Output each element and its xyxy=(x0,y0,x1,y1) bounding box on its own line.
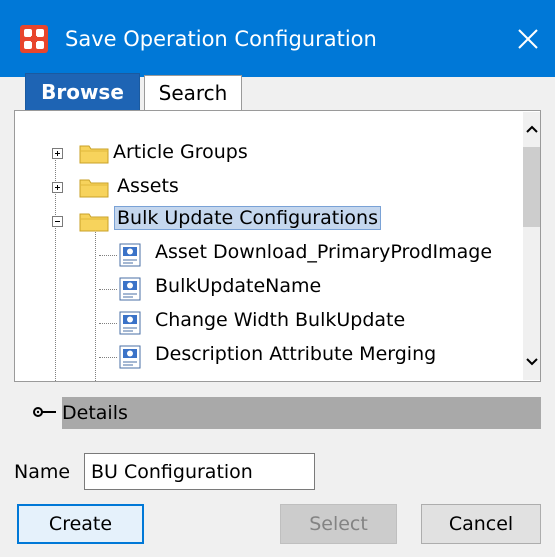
cancel-button[interactable]: Cancel xyxy=(421,504,541,544)
collapse-toggle[interactable] xyxy=(52,216,63,227)
configuration-icon xyxy=(119,345,141,369)
tree-panel: Article Groups Assets Bulk Update Config… xyxy=(14,110,541,382)
name-input[interactable] xyxy=(84,453,315,490)
select-button[interactable]: Select xyxy=(280,504,397,544)
close-button[interactable] xyxy=(500,0,555,77)
tree-item-label[interactable]: Assets xyxy=(117,175,179,197)
create-button[interactable]: Create xyxy=(17,504,144,544)
configuration-icon xyxy=(119,311,141,335)
tree-line xyxy=(99,289,117,290)
scroll-down-button[interactable] xyxy=(523,347,540,377)
tree-item-label[interactable]: BulkUpdateName xyxy=(155,275,321,297)
tree-item-label-selected[interactable]: Bulk Update Configurations xyxy=(114,206,381,230)
name-label: Name xyxy=(14,461,71,483)
tab-search[interactable]: Search xyxy=(144,75,242,110)
expand-toggle[interactable] xyxy=(52,148,63,159)
configuration-icon xyxy=(119,277,141,301)
app-logo-icon xyxy=(20,25,48,53)
tree-line xyxy=(99,357,117,358)
tree-item-label[interactable]: Change Width BulkUpdate xyxy=(155,309,405,331)
scrollbar-thumb[interactable] xyxy=(523,147,540,227)
details-header-bar xyxy=(62,397,541,429)
close-icon xyxy=(517,28,538,49)
folder-icon xyxy=(79,145,109,164)
folder-icon xyxy=(79,213,109,232)
details-section[interactable]: Details xyxy=(14,397,541,429)
tree-line xyxy=(95,229,96,381)
title-bar: Save Operation Configuration xyxy=(0,0,555,77)
folder-icon xyxy=(79,179,109,198)
chevron-up-icon xyxy=(525,125,538,133)
tree-item-label[interactable]: Description Attribute Merging xyxy=(155,343,436,365)
tree-line xyxy=(99,255,117,256)
expand-toggle[interactable] xyxy=(52,182,63,193)
scroll-up-button[interactable] xyxy=(523,114,540,144)
tree-item-label[interactable]: Article Groups xyxy=(113,141,248,163)
tab-browse[interactable]: Browse xyxy=(25,73,140,110)
key-icon xyxy=(33,407,56,417)
chevron-down-icon xyxy=(525,358,538,366)
details-label: Details xyxy=(62,402,128,424)
tree-line xyxy=(99,323,117,324)
configuration-icon xyxy=(119,243,141,267)
window-title: Save Operation Configuration xyxy=(65,27,377,51)
tree-item-label[interactable]: Asset Download_PrimaryProdImage xyxy=(155,241,492,263)
